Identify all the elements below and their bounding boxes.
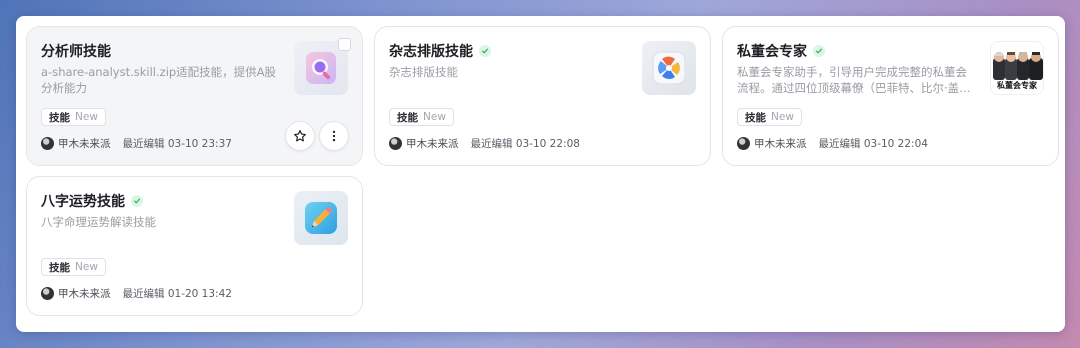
card-title: 八字运势技能 [41, 194, 125, 210]
verified-check-icon [813, 45, 825, 57]
select-checkbox[interactable] [338, 38, 351, 51]
skill-card[interactable]: 分析师技能 a-share-analyst.skill.zip适配技能，提供A股… [26, 26, 363, 166]
card-meta: 甲木未来派 最近编辑 03-10 23:37 [41, 136, 232, 151]
tag-new-badge: New [423, 111, 446, 123]
author-name: 甲木未来派 [58, 138, 111, 150]
card-meta: 甲木未来派 最近编辑 01-20 13:42 [41, 286, 232, 301]
avatar [41, 287, 54, 300]
card-meta: 甲木未来派 最近编辑 03-10 22:08 [389, 136, 580, 151]
favorite-button[interactable] [285, 121, 315, 151]
card-title-row: 八字运势技能 [41, 191, 143, 211]
author-name: 甲木未来派 [406, 138, 459, 150]
tag-label: 技能 [49, 111, 70, 124]
thumb-label: 私董会专家 [997, 81, 1037, 90]
card-description: 私董会专家助手，引导用户完成完整的私董会流程。通过四位顶级幕僚（巴菲特、比尔·盖… [737, 65, 971, 95]
verified-check-icon [479, 45, 491, 57]
tag-label: 技能 [745, 111, 766, 124]
pencil-app-icon [294, 191, 348, 245]
skills-panel: 分析师技能 a-share-analyst.skill.zip适配技能，提供A股… [16, 16, 1065, 332]
board-members-photo: 私董会专家 [990, 41, 1044, 95]
tag-new-badge: New [75, 111, 98, 123]
skill-card[interactable]: 杂志排版技能 杂志排版技能 技能 New 甲木未来派 最近编辑 03-10 22… [374, 26, 711, 166]
edited-time: 最近编辑 03-10 23:37 [122, 138, 232, 150]
author-name: 甲木未来派 [754, 138, 807, 150]
tag-new-badge: New [75, 261, 98, 273]
tag-new-badge: New [771, 111, 794, 123]
card-title-row: 分析师技能 [41, 41, 111, 61]
skill-tag: 技能 New [737, 108, 802, 126]
card-title-row: 杂志排版技能 [389, 41, 491, 61]
skill-tag: 技能 New [389, 108, 454, 126]
edited-time: 最近编辑 01-20 13:42 [122, 288, 232, 300]
card-description: 杂志排版技能 [389, 65, 458, 79]
skill-tag: 技能 New [41, 258, 106, 276]
card-title: 杂志排版技能 [389, 44, 473, 60]
star-icon [294, 130, 306, 142]
verified-check-icon [131, 195, 143, 207]
tag-label: 技能 [49, 261, 70, 274]
avatar [737, 137, 750, 150]
card-title: 私董会专家 [737, 44, 807, 60]
avatar [41, 137, 54, 150]
skill-tag: 技能 New [41, 108, 106, 126]
card-description: a-share-analyst.skill.zip适配技能，提供A股分析能力 [41, 65, 277, 95]
card-meta: 甲木未来派 最近编辑 03-10 22:04 [737, 136, 928, 151]
card-title-row: 私董会专家 [737, 41, 825, 61]
skill-card[interactable]: 私董会专家 私董会专家助手，引导用户完成完整的私董会流程。通过四位顶级幕僚（巴菲… [722, 26, 1059, 166]
author-name: 甲木未来派 [58, 288, 111, 300]
card-description: 八字命理运势解读技能 [41, 215, 156, 229]
more-options-button[interactable] [319, 121, 349, 151]
card-title: 分析师技能 [41, 44, 111, 60]
tag-label: 技能 [397, 111, 418, 124]
edited-time: 最近编辑 03-10 22:04 [818, 138, 928, 150]
skill-card[interactable]: 八字运势技能 八字命理运势解读技能 技能 New 甲木未来派 最近编辑 01-2… [26, 176, 363, 316]
pinwheel-app-icon [642, 41, 696, 95]
avatar [389, 137, 402, 150]
edited-time: 最近编辑 03-10 22:08 [470, 138, 580, 150]
more-vertical-icon [332, 130, 336, 142]
